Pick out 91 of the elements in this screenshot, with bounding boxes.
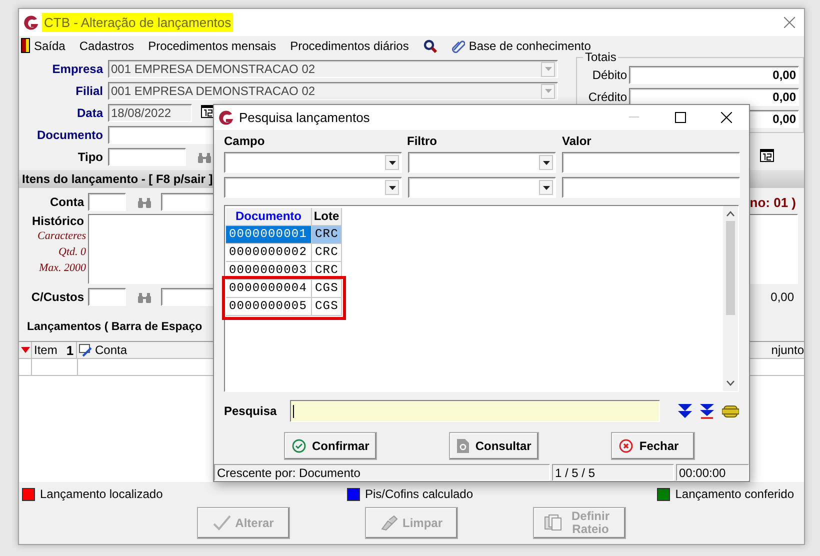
menu-item[interactable]: Base de conhecimento (450, 38, 591, 52)
eraser-icon (380, 515, 398, 531)
group-title: Totais (583, 50, 618, 64)
dialog-button[interactable]: Consultar (449, 432, 540, 460)
scroll-up-icon[interactable] (726, 211, 735, 217)
field-label: Histórico (32, 214, 85, 228)
calendar-icon[interactable] (760, 149, 774, 162)
status-text: 00:00:00 (676, 464, 749, 481)
field-label: Documento (36, 128, 104, 142)
table-cell[interactable]: CGS (312, 298, 342, 316)
filter-dropdown[interactable] (408, 152, 556, 173)
binoculars-icon[interactable] (198, 152, 211, 162)
column-header[interactable]: njunto (764, 342, 804, 358)
table-cell[interactable]: 0000000001 (226, 226, 312, 244)
table-cell[interactable]: CRC (312, 262, 342, 280)
account-field[interactable] (88, 193, 126, 211)
table-cell[interactable]: 0000000005 (226, 298, 312, 316)
field-label: Tipo (76, 150, 104, 164)
status-text: 1 / 5 / 5 (552, 464, 674, 481)
total-label: Débito (592, 68, 627, 82)
column-header[interactable]: Documento (226, 208, 312, 226)
table-cell[interactable]: 0000000003 (226, 262, 312, 280)
column-label: Filtro (407, 134, 438, 148)
next-icon[interactable] (678, 404, 692, 418)
field-label: C/Custos (30, 290, 85, 304)
cost-center-field[interactable] (88, 288, 126, 306)
door-icon (21, 38, 30, 53)
value-field[interactable] (562, 177, 740, 198)
filter-arrow-icon[interactable] (19, 342, 32, 358)
field-label: Filial (74, 84, 104, 98)
scrollbar[interactable] (723, 206, 738, 391)
documents-icon (544, 514, 562, 532)
dialog-button[interactable]: Confirmar (284, 432, 378, 460)
app-logo-icon (23, 14, 39, 30)
scroll-down-icon[interactable] (726, 380, 735, 386)
company-dropdown[interactable]: 001 EMPRESA DEMONSTRACAO 02 (108, 60, 558, 78)
field-label: Data (76, 106, 104, 120)
column-label: Valor (562, 134, 592, 148)
table-cell[interactable]: CGS (312, 280, 342, 298)
column-header[interactable]: Item 1 (32, 342, 77, 358)
checkmark-icon (213, 515, 232, 531)
date-field[interactable]: 18/08/2022 (108, 104, 192, 122)
section-title: Itens do lançamento - [ F8 p/sair ] (22, 172, 213, 186)
table-cell[interactable]: CRC (312, 226, 342, 244)
field-label: Conta (49, 195, 86, 209)
menu-item[interactable]: Procedimentos diários (290, 38, 409, 52)
edit-icon (79, 344, 92, 356)
value-field[interactable] (562, 152, 740, 173)
legend-label: Pis/Cofins calculado (364, 487, 474, 501)
binoculars-icon[interactable] (138, 292, 151, 302)
search-field[interactable] (290, 400, 660, 422)
total-field: 0,00 (629, 66, 799, 84)
field-dropdown[interactable] (224, 152, 402, 173)
total-label: Crédito (588, 90, 627, 104)
company-dropdown[interactable]: 001 EMPRESA DEMONSTRACAO 02 (108, 82, 558, 100)
close-circle-icon (619, 439, 634, 453)
calendar-icon[interactable] (201, 105, 215, 118)
section-title: Lançamentos ( Barra de Espaço (27, 321, 202, 333)
search-icon[interactable] (422, 38, 437, 52)
column-header[interactable]: Lote (312, 208, 342, 226)
paperclip-icon (450, 38, 465, 52)
dialog-title: Pesquisa lançamentos (239, 110, 370, 125)
binoculars-icon[interactable] (138, 196, 151, 208)
counter-text: Qtd. 0 (58, 245, 87, 260)
document-search-icon (457, 439, 470, 453)
menu-item[interactable]: Procedimentos mensais (148, 38, 276, 52)
cost-center-value: 0,00 (770, 290, 794, 304)
dialog-button[interactable]: Fechar (611, 432, 696, 460)
field-label: Empresa (51, 62, 104, 76)
window-title: CTB - Alteração de lançamentos (42, 13, 234, 32)
menu-item[interactable]: Cadastros (79, 38, 134, 52)
field-label: Pesquisa (224, 404, 276, 418)
status-text: Crescente por: Documento (214, 464, 550, 481)
legend-label: Lançamento conferido (675, 487, 794, 501)
counter-text: Max. 2000 (38, 261, 87, 276)
period-label: no: 01 ) (750, 194, 796, 210)
type-field[interactable] (108, 148, 186, 166)
column-label: Campo (224, 134, 266, 148)
table-cell[interactable]: 0000000002 (226, 244, 312, 262)
sort-rank: 1 (66, 342, 74, 358)
legend-label: Lançamento localizado (40, 487, 163, 501)
menu-item[interactable]: Saída (21, 38, 66, 53)
field-dropdown[interactable] (224, 177, 402, 198)
filter-dropdown[interactable] (408, 177, 556, 198)
last-icon[interactable] (700, 404, 714, 418)
total-field: 0,00 (629, 88, 799, 106)
check-circle-icon (292, 439, 306, 453)
app-logo-icon (218, 110, 234, 126)
table-cell[interactable]: 0000000004 (226, 280, 312, 298)
counter-text: Caracteres (38, 229, 87, 244)
table-cell[interactable]: CRC (312, 244, 342, 262)
